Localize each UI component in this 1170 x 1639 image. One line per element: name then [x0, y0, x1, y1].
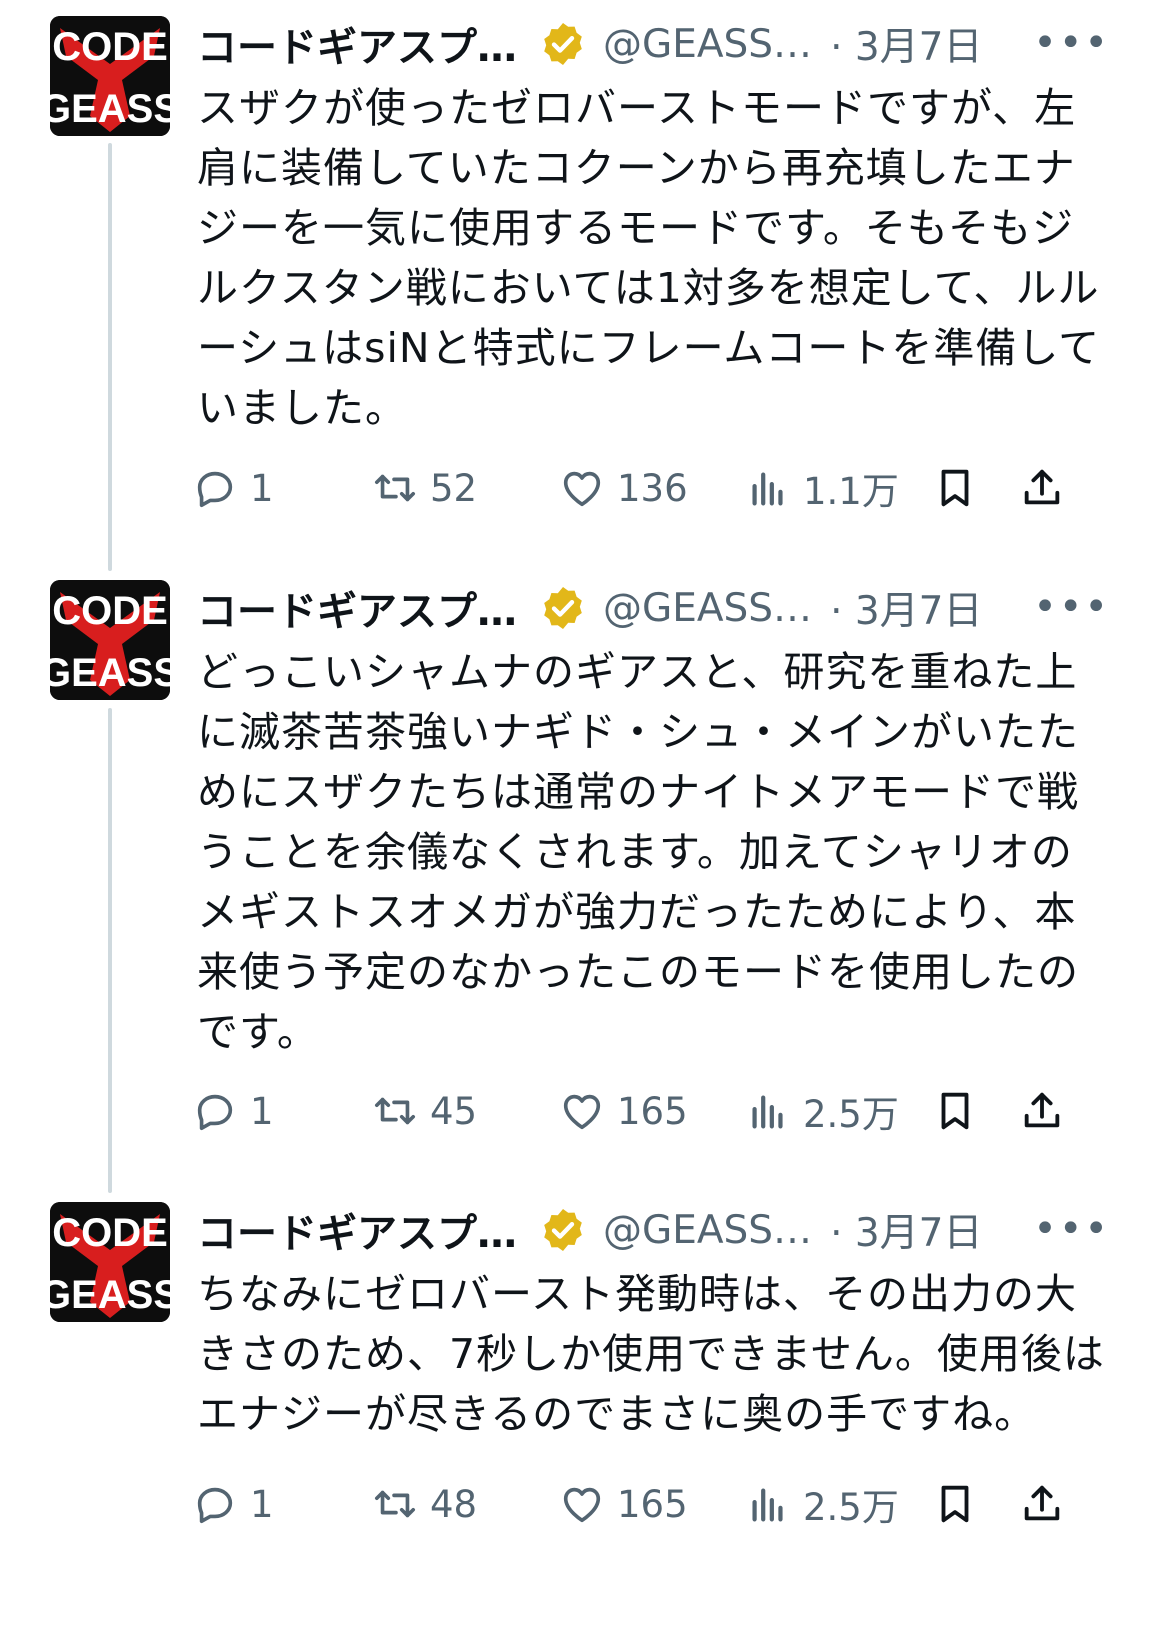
tweet-date[interactable]: · 3月7日	[830, 1202, 982, 1258]
reply-bubble-icon	[197, 1094, 233, 1131]
tweet-date[interactable]: · 3月7日	[830, 580, 982, 636]
heart-icon	[563, 1487, 601, 1523]
reply-button[interactable]: 1	[192, 1081, 274, 1141]
share-icon	[1024, 1092, 1060, 1128]
like-button[interactable]: 136	[559, 458, 688, 518]
user-handle[interactable]: @GEASS…	[603, 586, 812, 631]
avatar[interactable]: CODE GEASS	[50, 1202, 170, 1322]
bookmark-icon	[941, 469, 969, 507]
views-button[interactable]: 1.1万	[745, 458, 899, 518]
tweet-text-line: スザクが使ったゼロバーストモードですが、左	[197, 84, 1077, 132]
tweet-text: どっこいシャムナのギアスと、研究を重ねた上 に滅茶苦茶強いナギド・シュ・メインが…	[197, 642, 1117, 1062]
tweet-date[interactable]: · 3月7日	[830, 16, 982, 72]
reply-count: 1	[250, 466, 274, 510]
bookmark-icon	[941, 1485, 969, 1523]
tweet-text: ちなみにゼロバースト発動時は、その出力の大 きさのため、7秒しか使用できません。…	[197, 1264, 1117, 1444]
reply-count: 1	[250, 1482, 274, 1526]
svg-text:GEASS: GEASS	[50, 87, 170, 131]
verified-badge-icon	[539, 1206, 587, 1254]
tweet-text-line: メギストスオメガが強力だったためにより、本	[197, 888, 1077, 936]
like-count: 165	[617, 1089, 688, 1133]
share-button[interactable]	[1019, 1474, 1065, 1534]
views-button[interactable]: 2.5万	[745, 1081, 899, 1141]
reply-button[interactable]: 1	[192, 458, 274, 518]
tweet-text-line: 来使う予定のなかったこのモードを使用したの	[197, 948, 1079, 996]
tweet-text-line: めにスザクたちは通常のナイトメアモードで戦	[197, 768, 1079, 816]
share-icon	[1024, 1485, 1060, 1521]
user-handle[interactable]: @GEASS…	[603, 1208, 812, 1253]
reply-button[interactable]: 1	[192, 1474, 274, 1534]
retweet-icon	[374, 1490, 416, 1518]
like-count: 165	[617, 1482, 688, 1526]
tweet-text-line: です。	[197, 1008, 319, 1056]
svg-text:CODE: CODE	[52, 1211, 168, 1255]
bookmark-button[interactable]	[932, 1474, 978, 1534]
bookmark-button[interactable]	[932, 458, 978, 518]
tweet-header: コードギアスプ… @GEASS… · 3月7日	[197, 578, 1117, 638]
tweet-text-line: エナジーが尽きるのでまさに奥の手ですね。	[197, 1390, 1037, 1438]
tweet-text: スザクが使ったゼロバーストモードですが、左 肩に装備していたコクーンから再充填し…	[197, 78, 1117, 438]
views-bar-icon	[752, 1488, 783, 1522]
thread-connector-line	[108, 143, 112, 571]
view-count: 1.1万	[803, 470, 899, 513]
tweet-text-line: ジーを一気に使用するモードです。そもそもジ	[197, 204, 1075, 252]
retweet-button[interactable]: 48	[372, 1474, 477, 1534]
retweet-count: 45	[430, 1089, 478, 1133]
share-button[interactable]	[1019, 1081, 1065, 1141]
like-button[interactable]: 165	[559, 1474, 688, 1534]
tweet-text-line: いました。	[197, 384, 407, 432]
tweet-actions: 1 45 165 2.5万	[197, 1081, 1117, 1141]
more-options-icon[interactable]: •••	[1033, 1206, 1110, 1252]
tweet-header: コードギアスプ… @GEASS… · 3月7日	[197, 14, 1117, 74]
retweet-button[interactable]: 52	[372, 458, 477, 518]
avatar[interactable]: CODE GEASS	[50, 580, 170, 700]
bookmark-icon	[941, 1092, 969, 1130]
retweet-button[interactable]: 45	[372, 1081, 477, 1141]
reply-count: 1	[250, 1089, 274, 1133]
retweet-count: 52	[430, 466, 478, 510]
bookmark-button[interactable]	[932, 1081, 978, 1141]
tweet-text-line: ちなみにゼロバースト発動時は、その出力の大	[197, 1270, 1077, 1318]
more-options-icon[interactable]: •••	[1033, 20, 1110, 66]
tweet-text-line: どっこいシャムナのギアスと、研究を重ねた上	[197, 648, 1078, 696]
share-button[interactable]	[1019, 458, 1065, 518]
retweet-icon	[374, 1097, 416, 1125]
heart-icon	[563, 471, 601, 507]
reply-bubble-icon	[197, 471, 233, 508]
svg-text:CODE: CODE	[52, 589, 168, 633]
views-bar-icon	[752, 472, 783, 506]
tweet-text-line: に滅茶苦茶強いナギド・シュ・メインがいたた	[197, 708, 1079, 756]
display-name[interactable]: コードギアスプ…	[197, 1201, 517, 1259]
view-count: 2.5万	[803, 1486, 899, 1529]
verified-badge-icon	[539, 20, 587, 68]
user-handle[interactable]: @GEASS…	[603, 22, 812, 67]
tweet-text-line: ルクスタン戦においては1対多を想定して、ルル	[197, 264, 1100, 312]
display-name[interactable]: コードギアスプ…	[197, 15, 517, 73]
svg-text:CODE: CODE	[52, 25, 168, 69]
display-name[interactable]: コードギアスプ…	[197, 579, 517, 637]
tweet-actions: 1 52 136 1.1万	[197, 458, 1117, 518]
avatar[interactable]: CODE GEASS	[50, 16, 170, 136]
views-bar-icon	[752, 1095, 783, 1129]
like-count: 136	[617, 466, 688, 510]
tweet-text-line: ーシュはsiNと特式にフレームコートを準備して	[197, 324, 1101, 372]
share-icon	[1024, 469, 1060, 505]
tweet-actions: 1 48 165 2.5万	[197, 1474, 1117, 1534]
verified-badge-icon	[539, 584, 587, 632]
views-button[interactable]: 2.5万	[745, 1474, 899, 1534]
svg-text:GEASS: GEASS	[50, 651, 170, 695]
retweet-icon	[374, 474, 416, 502]
tweet-text-line: きさのため、7秒しか使用できません。使用後は	[197, 1330, 1105, 1378]
tweet-text-line: 肩に装備していたコクーンから再充填したエナ	[197, 144, 1076, 192]
heart-icon	[563, 1094, 601, 1130]
more-options-icon[interactable]: •••	[1033, 584, 1110, 630]
svg-text:GEASS: GEASS	[50, 1273, 170, 1317]
retweet-count: 48	[430, 1482, 478, 1526]
like-button[interactable]: 165	[559, 1081, 688, 1141]
thread-connector-line	[108, 708, 112, 1193]
view-count: 2.5万	[803, 1093, 899, 1136]
tweet-text-line: うことを余儀なくされます。加えてシャリオの	[197, 828, 1073, 876]
tweet-header: コードギアスプ… @GEASS… · 3月7日	[197, 1200, 1117, 1260]
reply-bubble-icon	[197, 1487, 233, 1524]
